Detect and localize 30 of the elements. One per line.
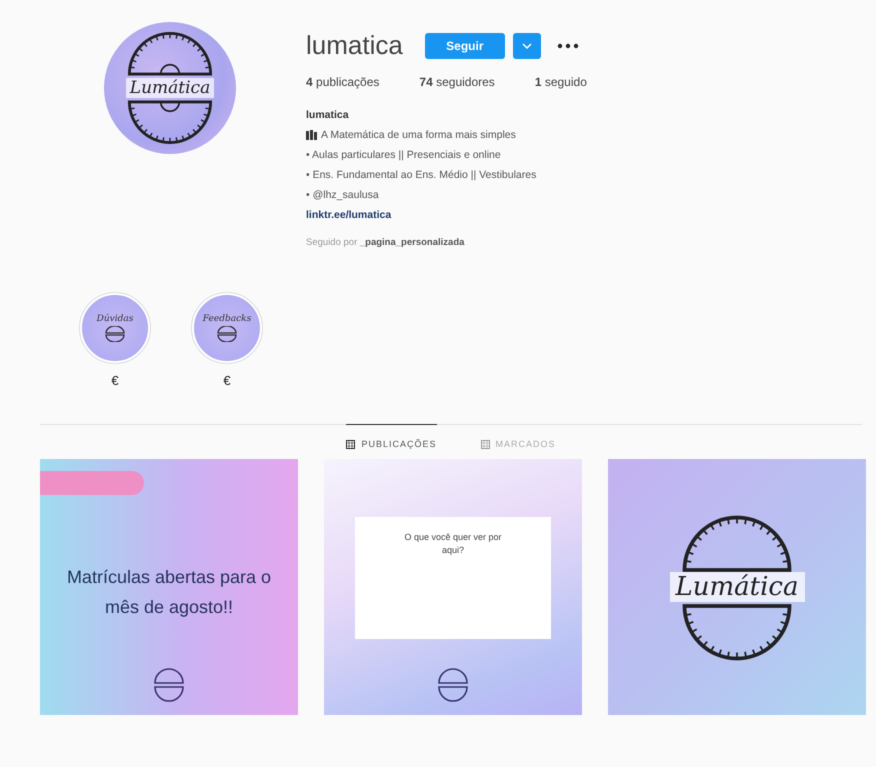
bio-text: • Ens. Fundamental ao Ens. Médio || Vestibulares (306, 168, 538, 183)
logo-text: Lumática (670, 572, 804, 602)
profile-stat[interactable]: 1 seguido (534, 75, 587, 89)
post-tile[interactable]: O que você quer ver por aqui? (324, 459, 582, 715)
bio-text: • @lhz_saulusa (306, 188, 380, 203)
post-tile[interactable]: Lumática (608, 459, 866, 715)
suggestions-button[interactable] (512, 32, 541, 58)
protractor-icon (104, 326, 126, 342)
grid-icon (480, 440, 490, 448)
highlight-label: € (223, 373, 231, 388)
post-tile[interactable]: Matrículas abertas para o mês de agosto!! (40, 459, 298, 715)
question-text: O que você quer ver por aqui? (403, 531, 503, 557)
grid-icon (346, 440, 356, 448)
protractor-icon (216, 326, 238, 342)
books-icon (306, 130, 317, 140)
more-icon[interactable] (556, 42, 579, 48)
profile-stat[interactable]: 74 seguidores (419, 75, 495, 89)
username: lumatica (306, 30, 403, 61)
caret-icon (522, 42, 532, 50)
profile-stat: 4 publicações (306, 75, 380, 89)
bio-link[interactable]: linktr.ee/lumatica (306, 205, 587, 225)
bio-text: • Aulas particulares || Presenciais e online (306, 148, 502, 163)
story-highlight[interactable]: Feedbacks (192, 293, 262, 363)
profile-name: lumatica (306, 108, 350, 123)
logo-text: Lumática (126, 78, 214, 98)
bio-text: A Matemática de uma forma mais simples (321, 128, 516, 143)
followed-by-text: Seguido por _pagina_personalizada (306, 236, 466, 250)
story-highlight[interactable]: Dúvidas (80, 293, 150, 363)
highlight-label: € (111, 373, 119, 388)
post-caption-text: Matrículas abertas para o mês de agosto!! (66, 566, 272, 619)
